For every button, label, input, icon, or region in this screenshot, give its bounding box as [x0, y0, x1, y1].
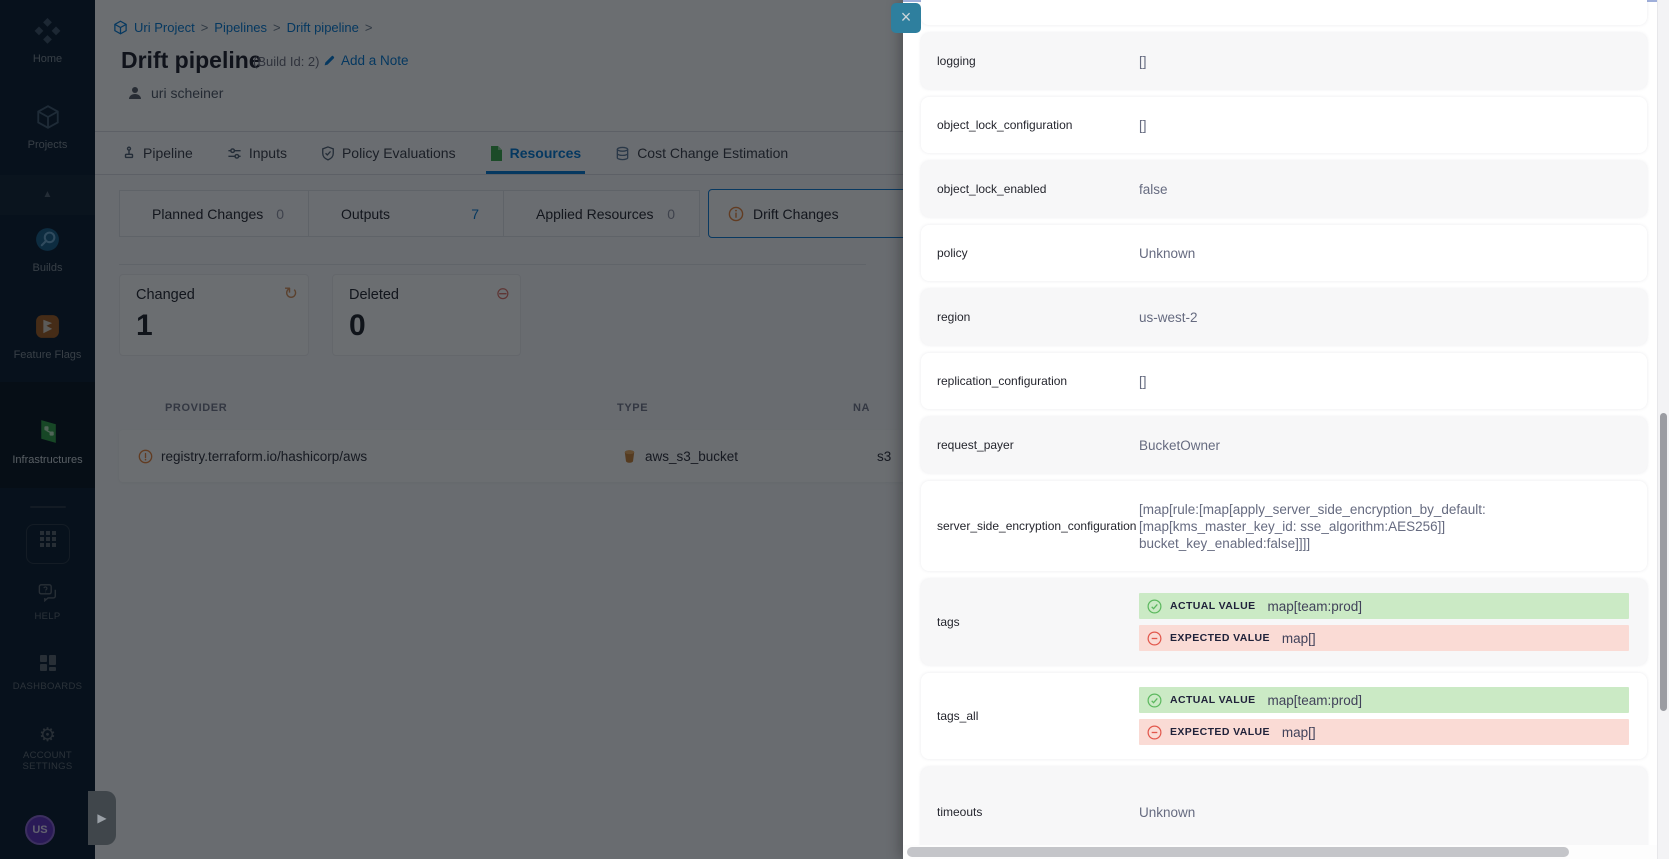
- attribute-row-object-lock-enabled: object_lock_enabled false: [921, 161, 1647, 217]
- actual-value-badge: ACTUAL VALUE map[team:prod]: [1139, 687, 1629, 713]
- attribute-value: []: [1139, 373, 1147, 390]
- attribute-value: Unknown: [1139, 804, 1195, 821]
- modal-dim-overlay[interactable]: [0, 0, 903, 859]
- attribute-value: us-west-2: [1139, 309, 1198, 326]
- attribute-value: false: [1139, 181, 1168, 198]
- chevron-right-icon: ▶: [97, 811, 106, 825]
- actual-value-badge: ACTUAL VALUE map[team:prod]: [1139, 593, 1629, 619]
- attribute-key: server_side_encryption_configuration: [937, 519, 1139, 533]
- actual-value-label: ACTUAL VALUE: [1170, 694, 1256, 706]
- attribute-row-timeouts: timeouts Unknown: [921, 767, 1647, 857]
- attribute-row-replication-configuration: replication_configuration []: [921, 353, 1647, 409]
- attribute-list: logging [] object_lock_configuration [] …: [921, 0, 1647, 859]
- attribute-row-tags-all: tags_all ACTUAL VALUE map[team:prod] EXP: [921, 673, 1647, 759]
- attribute-row-region: region us-west-2: [921, 289, 1647, 345]
- attribute-key: policy: [937, 246, 1139, 260]
- expected-value-badge: EXPECTED VALUE map[]: [1139, 719, 1629, 745]
- attribute-row-policy: policy Unknown: [921, 225, 1647, 281]
- drift-value-comparison: ACTUAL VALUE map[team:prod] EXPECTED VAL…: [1139, 593, 1629, 651]
- check-circle-icon: [1147, 599, 1162, 614]
- minus-circle-icon: [1147, 725, 1162, 740]
- attribute-key: tags: [937, 615, 1139, 629]
- app-window: Uri Project > Pipelines > Drift pipeline…: [0, 0, 1669, 859]
- attribute-key: logging: [937, 54, 1139, 68]
- attribute-row-request-payer: request_payer BucketOwner: [921, 417, 1647, 473]
- expected-value-label: EXPECTED VALUE: [1170, 726, 1270, 738]
- attribute-value: [map[rule:[map[apply_server_side_encrypt…: [1139, 501, 1511, 552]
- close-drawer-button[interactable]: ×: [891, 3, 921, 33]
- attribute-key: object_lock_enabled: [937, 182, 1139, 196]
- drift-details-drawer: logging [] object_lock_configuration [] …: [903, 0, 1669, 859]
- attribute-row-tags: tags ACTUAL VALUE map[team:prod] EXPECTE: [921, 579, 1647, 665]
- attribute-key: replication_configuration: [937, 374, 1139, 388]
- attribute-row-logging: logging []: [921, 33, 1647, 89]
- expected-value: map[]: [1282, 631, 1316, 646]
- attribute-key: request_payer: [937, 438, 1139, 452]
- attribute-value: Unknown: [1139, 245, 1195, 262]
- drift-value-comparison: ACTUAL VALUE map[team:prod] EXPECTED VAL…: [1139, 687, 1629, 745]
- attribute-key: tags_all: [937, 709, 1139, 723]
- actual-value: map[team:prod]: [1268, 693, 1363, 708]
- horizontal-scrollbar-thumb[interactable]: [907, 847, 1569, 857]
- check-circle-icon: [1147, 693, 1162, 708]
- expected-value-label: EXPECTED VALUE: [1170, 632, 1270, 644]
- actual-value: map[team:prod]: [1268, 599, 1363, 614]
- expected-value-badge: EXPECTED VALUE map[]: [1139, 625, 1629, 651]
- minus-circle-icon: [1147, 631, 1162, 646]
- attribute-value: []: [1139, 53, 1147, 70]
- attribute-row-object-lock-configuration: object_lock_configuration []: [921, 97, 1647, 153]
- attribute-key: region: [937, 310, 1139, 324]
- actual-value-label: ACTUAL VALUE: [1170, 600, 1256, 612]
- attribute-row-server-side-encryption: server_side_encryption_configuration [ma…: [921, 481, 1647, 571]
- attribute-key: timeouts: [937, 805, 1139, 819]
- vertical-scrollbar-thumb[interactable]: [1660, 413, 1667, 711]
- attribute-value: []: [1139, 117, 1147, 134]
- expected-value: map[]: [1282, 725, 1316, 740]
- attribute-key: object_lock_configuration: [937, 118, 1139, 132]
- attribute-row-partial: [921, 0, 1647, 25]
- nav-expand-handle[interactable]: ▶: [88, 791, 116, 845]
- attribute-value: BucketOwner: [1139, 437, 1220, 454]
